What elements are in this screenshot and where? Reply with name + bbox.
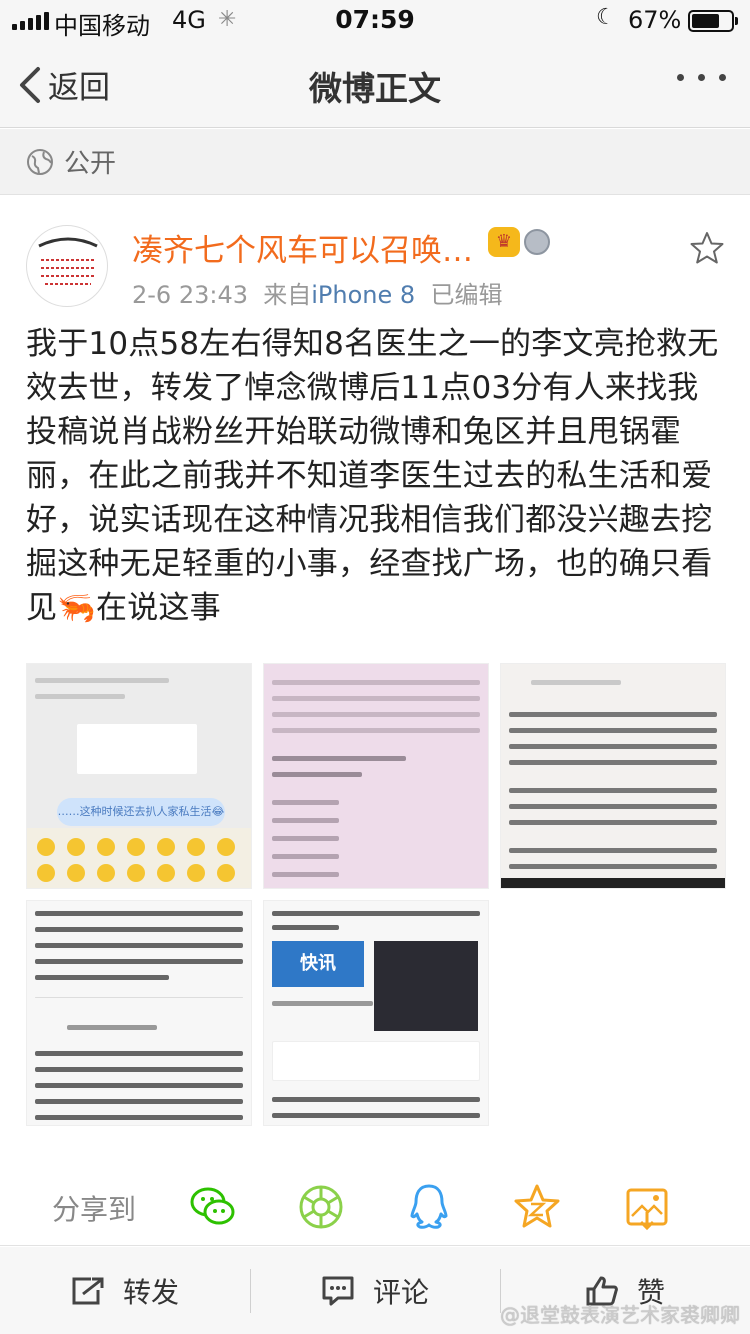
- post-text: 我于10点58左右得知8名医生之一的李文亮抢救无效去世，转发了悼念微博后11点0…: [26, 326, 719, 626]
- network-label: 4G: [172, 6, 206, 34]
- repost-label: 转发: [122, 1275, 179, 1309]
- moments-icon[interactable]: [296, 1182, 346, 1232]
- comment-icon: [322, 1276, 354, 1305]
- post-source[interactable]: iPhone 8: [311, 281, 415, 309]
- post-image-3[interactable]: [500, 663, 726, 889]
- post-image-2[interactable]: [263, 663, 489, 889]
- image-1-bubble: ……这种时候还去扒人家私生活😂: [57, 798, 225, 826]
- avatar[interactable]: [26, 225, 108, 307]
- action-bar: 转发 评论 赞 @退堂鼓表演艺术家裘卿卿: [0, 1247, 750, 1334]
- post-header: 凑齐七个风车可以召唤… ♛ 2-6 23:43 来自iPhone 8 已编辑: [0, 225, 750, 315]
- image-grid: ……这种时候还去扒人家私生活😂 快讯: [26, 663, 726, 1127]
- battery-percent: 67%: [628, 6, 682, 34]
- visibility-row: 公开: [0, 129, 750, 195]
- post-date: 2-6 23:43: [132, 281, 248, 309]
- post-meta: 2-6 23:43 来自iPhone 8 已编辑: [132, 275, 502, 310]
- post-image-5[interactable]: 快讯: [263, 900, 489, 1126]
- save-image-icon[interactable]: [622, 1182, 672, 1232]
- more-icon[interactable]: [677, 74, 726, 81]
- back-button[interactable]: 返回: [18, 62, 110, 107]
- repost-button[interactable]: 转发: [0, 1247, 250, 1334]
- carrier-label: 中国移动: [54, 12, 150, 40]
- crown-badge-icon: ♛: [488, 227, 520, 257]
- emoji-keyboard: [27, 828, 251, 888]
- comment-button[interactable]: 评论: [250, 1247, 500, 1334]
- medal-badge-icon: [524, 229, 550, 255]
- avatar-image: [38, 237, 98, 285]
- star-icon[interactable]: [690, 231, 724, 265]
- globe-icon: [27, 148, 53, 175]
- repost-icon: [72, 1277, 104, 1304]
- visibility-label: 公开: [64, 149, 117, 179]
- share-bar: 分享到: [0, 1170, 750, 1246]
- watermark: @退堂鼓表演艺术家裘卿卿: [500, 1303, 740, 1327]
- back-label: 返回: [48, 70, 110, 106]
- post-image-1[interactable]: ……这种时候还去扒人家私生活😂: [26, 663, 252, 889]
- qq-icon[interactable]: [404, 1182, 454, 1232]
- wechat-icon[interactable]: [188, 1182, 238, 1232]
- source-prefix: 来自: [263, 281, 312, 309]
- edited-label: 已编辑: [430, 281, 503, 309]
- status-bar: 中国移动 4G ✳ 07:59 ☾ 67%: [0, 0, 750, 40]
- signal-icon: [12, 12, 49, 30]
- comment-label: 评论: [372, 1275, 429, 1309]
- post-image-4[interactable]: [26, 900, 252, 1126]
- do-not-disturb-icon: ☾: [596, 5, 616, 30]
- page-title: 微博正文: [309, 69, 441, 108]
- image-5-card: 快讯: [272, 941, 364, 987]
- username[interactable]: 凑齐七个风车可以召唤…: [132, 225, 473, 270]
- battery-icon: [688, 10, 738, 32]
- back-arrow-icon: [20, 66, 40, 103]
- share-label: 分享到: [52, 1193, 137, 1226]
- nav-bar: 返回 微博正文: [0, 40, 750, 128]
- activity-icon: ✳: [218, 7, 237, 32]
- weibo-share-icon[interactable]: [512, 1182, 562, 1232]
